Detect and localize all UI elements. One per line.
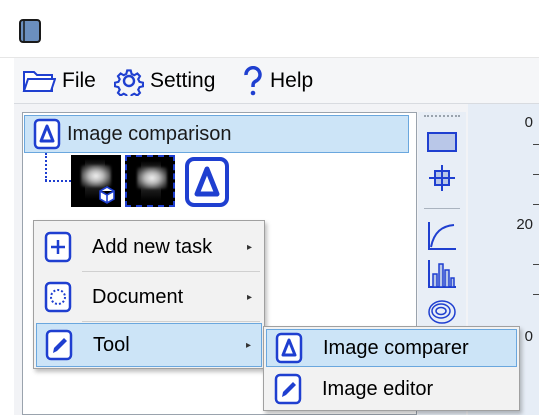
menu-item-label: Image editor: [322, 377, 434, 400]
question-icon: [244, 66, 262, 96]
rectangle-tool-button[interactable]: [425, 126, 459, 158]
add-document-icon: [44, 231, 72, 263]
ruler-tick-label: 0: [524, 328, 533, 345]
menu-item-label: Add new task: [92, 235, 213, 258]
toolbar-grip: [424, 115, 460, 117]
menu-file[interactable]: File: [22, 58, 96, 104]
contour-tool-button[interactable]: [425, 296, 459, 328]
submenu-arrow-icon: ▸: [245, 339, 251, 351]
menu-item-tool[interactable]: Tool ▸: [36, 323, 262, 367]
menu-item-document[interactable]: Document ▸: [36, 273, 262, 321]
menu-separator: [82, 271, 260, 272]
histogram-icon: [428, 260, 456, 288]
delta-document-icon[interactable]: [184, 156, 230, 208]
ruler-tick-label: 20: [516, 216, 533, 233]
curve-tool-button[interactable]: [425, 220, 459, 252]
context-menu: Add new task ▸ Document ▸ Tool ▸: [33, 220, 265, 369]
menu-setting[interactable]: Setting: [114, 58, 215, 104]
tree-item-label: Image comparison: [67, 122, 232, 145]
histogram-tool-button[interactable]: [425, 258, 459, 290]
tree-item-image-comparison[interactable]: Image comparison: [24, 115, 409, 153]
crosshair-icon: [429, 165, 455, 191]
tree-connector: [45, 153, 47, 181]
image-thumbnail-selected[interactable]: [125, 155, 175, 207]
toolbar-separator: [424, 208, 460, 209]
pen-icon: [274, 373, 302, 405]
crosshair-tool-button[interactable]: [425, 162, 459, 194]
curve-chart-icon: [428, 222, 456, 250]
tool-submenu: Image comparer Image editor: [263, 326, 520, 411]
submenu-arrow-icon: ▸: [246, 241, 252, 253]
menu-separator: [82, 321, 260, 322]
menu-item-label: Document: [92, 285, 184, 308]
menu-item-label: Image comparer: [323, 336, 469, 359]
cube-icon: [99, 186, 115, 204]
menu-item-add-new-task[interactable]: Add new task ▸: [36, 223, 262, 271]
menu-help-label: Help: [270, 69, 314, 92]
delta-icon: [275, 332, 303, 364]
rectangle-icon: [427, 132, 457, 152]
menu-help[interactable]: Help: [242, 58, 313, 104]
submenu-arrow-icon: ▸: [246, 291, 252, 303]
menu-item-label: Tool: [93, 333, 130, 356]
contour-icon: [428, 300, 456, 324]
ruler-tick-label: 0: [524, 114, 533, 131]
title-bar: [0, 0, 539, 58]
document-icon: [44, 281, 72, 313]
delta-document-icon: [33, 118, 61, 150]
menu-file-label: File: [62, 69, 96, 92]
app-icon: [19, 19, 41, 43]
tree-connector: [45, 180, 71, 182]
image-thumbnail[interactable]: [71, 155, 121, 207]
menu-item-image-editor[interactable]: Image editor: [266, 370, 517, 408]
pen-icon: [45, 329, 73, 361]
gear-icon: [114, 69, 144, 96]
menu-bar: File Setting Help: [14, 58, 539, 104]
menu-setting-label: Setting: [150, 69, 216, 92]
folder-icon: [22, 71, 56, 92]
menu-item-image-comparer[interactable]: Image comparer: [266, 329, 517, 367]
